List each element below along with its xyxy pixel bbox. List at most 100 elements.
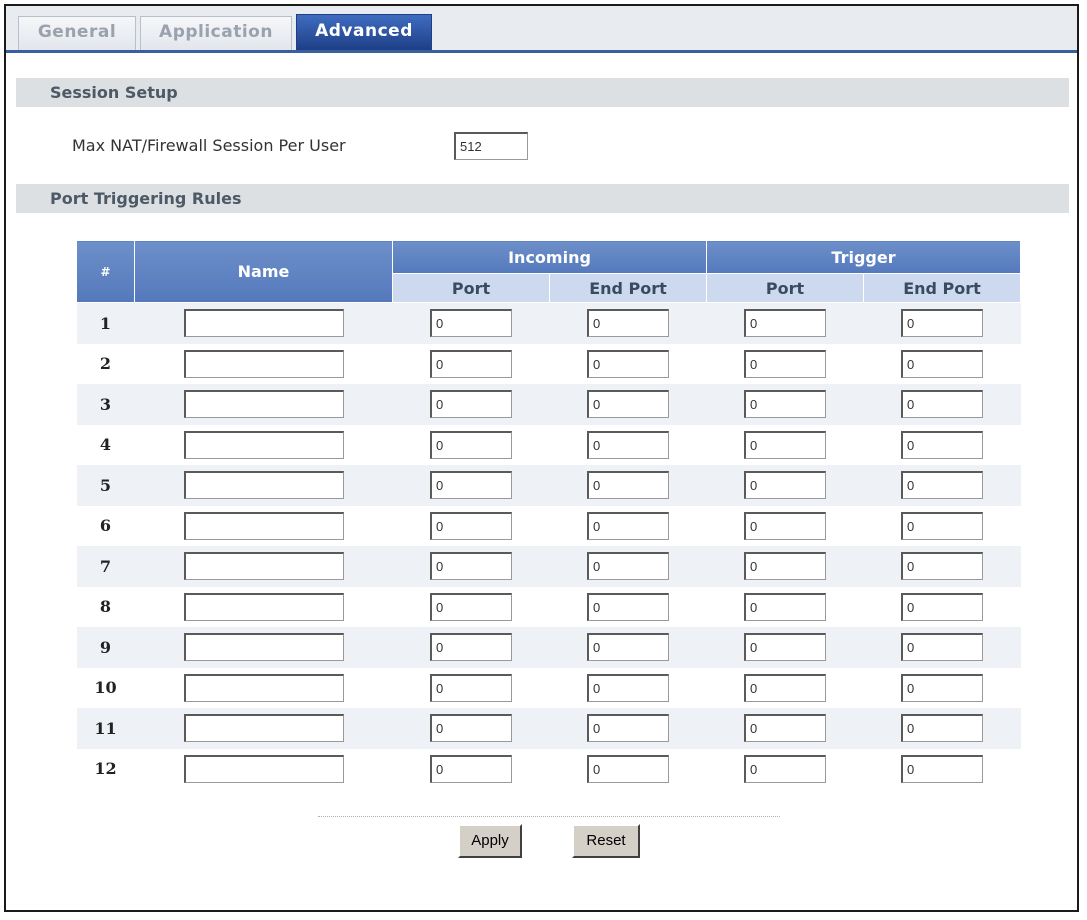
trigger-port-input[interactable] xyxy=(744,592,827,621)
table-row: 6 xyxy=(76,505,1021,546)
port-triggering-table: # Name Incoming Trigger Port End Port Po… xyxy=(76,240,1022,789)
column-header-incoming-end-port: End Port xyxy=(548,273,708,303)
rule-name-input[interactable] xyxy=(183,714,344,743)
tab-bar: General Application Advanced xyxy=(6,6,1077,53)
incoming-end-port-input[interactable] xyxy=(587,430,669,459)
rule-name-input[interactable] xyxy=(183,633,344,662)
trigger-end-port-input[interactable] xyxy=(901,430,984,459)
incoming-end-port-input[interactable] xyxy=(587,511,669,540)
rule-name-input[interactable] xyxy=(183,754,344,783)
incoming-end-port-input[interactable] xyxy=(587,633,669,662)
trigger-port-input[interactable] xyxy=(744,673,827,702)
incoming-port-input[interactable] xyxy=(430,390,512,419)
reset-button[interactable]: Reset xyxy=(572,824,640,858)
incoming-end-port-input[interactable] xyxy=(587,471,669,500)
incoming-end-port-input[interactable] xyxy=(587,714,669,743)
row-number: 8 xyxy=(76,586,135,627)
column-header-index: # xyxy=(76,240,135,303)
rule-name-input[interactable] xyxy=(183,349,344,378)
trigger-end-port-input[interactable] xyxy=(901,511,984,540)
trigger-end-port-input[interactable] xyxy=(901,592,984,621)
row-number: 5 xyxy=(76,465,135,506)
incoming-end-port-input[interactable] xyxy=(587,754,669,783)
trigger-port-input[interactable] xyxy=(744,552,827,581)
incoming-port-input[interactable] xyxy=(430,511,512,540)
table-row: 11 xyxy=(76,708,1021,749)
column-group-incoming: Incoming xyxy=(391,240,708,274)
table-row: 5 xyxy=(76,465,1021,506)
config-window: General Application Advanced Session Set… xyxy=(4,4,1079,912)
tab-application[interactable]: Application xyxy=(140,16,292,50)
trigger-port-input[interactable] xyxy=(744,471,827,500)
row-number: 10 xyxy=(76,667,135,708)
button-divider xyxy=(318,816,780,817)
port-triggering-rows: 123456789101112 xyxy=(76,302,1021,789)
column-group-trigger: Trigger xyxy=(706,240,1022,274)
incoming-end-port-input[interactable] xyxy=(587,552,669,581)
rule-name-input[interactable] xyxy=(183,471,344,500)
trigger-port-input[interactable] xyxy=(744,754,827,783)
row-number: 7 xyxy=(76,546,135,587)
max-session-label: Max NAT/Firewall Session Per User xyxy=(72,136,346,155)
table-row: 9 xyxy=(76,627,1021,668)
incoming-end-port-input[interactable] xyxy=(587,673,669,702)
table-row: 8 xyxy=(76,586,1021,627)
table-row: 7 xyxy=(76,546,1021,587)
rule-name-input[interactable] xyxy=(183,592,344,621)
row-number: 12 xyxy=(76,748,135,789)
trigger-end-port-input[interactable] xyxy=(901,714,984,743)
incoming-port-input[interactable] xyxy=(430,471,512,500)
column-header-incoming-port: Port xyxy=(392,273,550,303)
incoming-end-port-input[interactable] xyxy=(587,390,669,419)
column-header-trigger-port: Port xyxy=(706,273,865,303)
table-row: 10 xyxy=(76,667,1021,708)
trigger-end-port-input[interactable] xyxy=(901,471,984,500)
tab-advanced[interactable]: Advanced xyxy=(296,14,432,50)
trigger-port-input[interactable] xyxy=(744,349,827,378)
section-session-setup-header: Session Setup xyxy=(16,78,1069,107)
trigger-end-port-input[interactable] xyxy=(901,552,984,581)
column-header-name: Name xyxy=(134,240,393,303)
table-row: 2 xyxy=(76,343,1021,384)
trigger-end-port-input[interactable] xyxy=(901,390,984,419)
trigger-port-input[interactable] xyxy=(744,511,827,540)
apply-button[interactable]: Apply xyxy=(458,824,522,858)
trigger-end-port-input[interactable] xyxy=(901,673,984,702)
rule-name-input[interactable] xyxy=(183,673,344,702)
trigger-end-port-input[interactable] xyxy=(901,349,984,378)
incoming-port-input[interactable] xyxy=(430,754,512,783)
trigger-end-port-input[interactable] xyxy=(901,309,984,338)
row-number: 4 xyxy=(76,424,135,465)
section-port-triggering-header: Port Triggering Rules xyxy=(16,184,1069,213)
incoming-port-input[interactable] xyxy=(430,714,512,743)
incoming-port-input[interactable] xyxy=(430,349,512,378)
rule-name-input[interactable] xyxy=(183,552,344,581)
incoming-port-input[interactable] xyxy=(430,592,512,621)
rule-name-input[interactable] xyxy=(183,430,344,459)
incoming-end-port-input[interactable] xyxy=(587,349,669,378)
tab-general[interactable]: General xyxy=(18,16,136,50)
incoming-port-input[interactable] xyxy=(430,430,512,459)
incoming-end-port-input[interactable] xyxy=(587,309,669,338)
rule-name-input[interactable] xyxy=(183,511,344,540)
trigger-end-port-input[interactable] xyxy=(901,633,984,662)
table-row: 1 xyxy=(76,302,1021,344)
table-row: 4 xyxy=(76,424,1021,465)
rule-name-input[interactable] xyxy=(183,390,344,419)
row-number: 6 xyxy=(76,505,135,546)
table-row: 3 xyxy=(76,384,1021,425)
incoming-port-input[interactable] xyxy=(430,673,512,702)
row-number: 3 xyxy=(76,384,135,425)
incoming-port-input[interactable] xyxy=(430,552,512,581)
rule-name-input[interactable] xyxy=(183,309,344,338)
incoming-end-port-input[interactable] xyxy=(587,592,669,621)
trigger-end-port-input[interactable] xyxy=(901,754,984,783)
incoming-port-input[interactable] xyxy=(430,309,512,338)
trigger-port-input[interactable] xyxy=(744,390,827,419)
trigger-port-input[interactable] xyxy=(744,309,827,338)
incoming-port-input[interactable] xyxy=(430,633,512,662)
trigger-port-input[interactable] xyxy=(744,430,827,459)
max-session-input[interactable] xyxy=(454,132,528,160)
trigger-port-input[interactable] xyxy=(744,633,827,662)
trigger-port-input[interactable] xyxy=(744,714,827,743)
